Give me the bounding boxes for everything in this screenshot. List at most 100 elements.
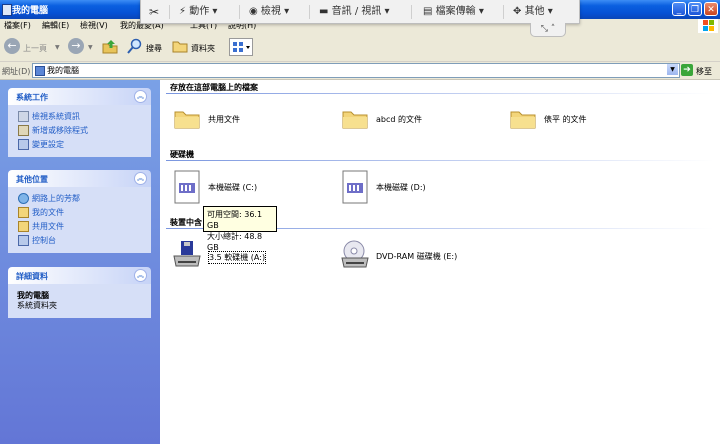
collapse-chevron-icon[interactable]: ︽ (134, 172, 147, 185)
panel-title: 其他位置 (16, 175, 48, 184)
views-icon (233, 42, 250, 52)
group-divider (166, 93, 714, 94)
go-button[interactable]: 移至 (696, 66, 712, 77)
forward-dropdown-icon[interactable]: ▼ (88, 44, 93, 51)
main-content: 存放在這部電腦上的檔案 共用文件 abcd 的文件 俵平 的文件 硬碟機 本機磁… (160, 80, 720, 444)
group-title-files: 存放在這部電腦上的檔案 (170, 83, 258, 92)
item-label: 共用文件 (208, 115, 240, 124)
fullscreen-icon: ⤡ (540, 24, 548, 34)
task-label: 變更設定 (32, 140, 64, 149)
folder-icon (18, 207, 29, 218)
panel-system-tasks-header[interactable]: 系統工作 ︽ (8, 88, 151, 105)
remote-menu-other[interactable]: ✥ 其他 ▾ (513, 0, 553, 24)
remote-menu-av[interactable]: ▬ 音訊 / 視訊 ▾ (319, 0, 390, 24)
remote-menu-view[interactable]: ◉ 檢視 ▾ (249, 0, 289, 24)
drive-item-c[interactable]: 本機磁碟 (C:) (172, 170, 322, 206)
menu-view[interactable]: 檢視(V) (80, 20, 108, 31)
back-button[interactable]: 上一頁 (23, 43, 47, 54)
item-label: 本機磁碟 (C:) (208, 183, 258, 192)
remote-menu-view-label: 檢視 (260, 6, 281, 17)
collapse-chevron-icon[interactable]: ︽ (134, 269, 147, 282)
address-label: 網址(D) (2, 67, 31, 76)
remote-menu-action[interactable]: ⚡ 動作 ▾ (179, 0, 217, 24)
network-icon (18, 193, 29, 204)
place-label: 共用文件 (32, 222, 64, 231)
back-dropdown-icon[interactable]: ▼ (55, 44, 60, 51)
dvd-drive-icon (341, 240, 369, 268)
drive-item-d[interactable]: 本機磁碟 (D:) (340, 170, 490, 206)
programs-icon (18, 125, 29, 136)
remote-menu-other-label: 其他 (524, 6, 545, 17)
item-label: 本機磁碟 (D:) (376, 183, 426, 192)
folder-icon (510, 111, 536, 129)
remote-toolbar: ✂ ⚡ 動作 ▾ ◉ 檢視 ▾ ▬ 音訊 / 視訊 ▾ ▤ 檔案傳輸 ▾ ✥ 其… (140, 0, 580, 24)
address-dropdown-icon[interactable]: ▼ (667, 64, 678, 75)
item-label: abcd 的文件 (376, 115, 422, 124)
search-button[interactable]: 搜尋 (146, 43, 162, 54)
address-bar: 網址(D) 我的電腦 ▼ ➔ 移至 (0, 62, 720, 80)
control-panel-icon (18, 139, 29, 150)
folder-item-user-documents[interactable]: 俵平 的文件 (508, 105, 658, 135)
remote-menu-action-label: 動作 (189, 6, 210, 17)
computer-icon (35, 66, 45, 76)
menu-edit[interactable]: 編輯(E) (42, 20, 69, 31)
task-label: 新增或移除程式 (32, 126, 88, 135)
panel-other-places: 網路上的芳鄰 我的文件 共用文件 控制台 (8, 187, 151, 253)
panel-title: 詳細資料 (16, 272, 48, 281)
chat-icon: ▬ (319, 6, 332, 17)
task-pane: 系統工作 ︽ 檢視系統資訊 新增或移除程式 變更設定 其他位置 ︽ 網路上的芳鄰… (0, 80, 160, 444)
separator (239, 5, 240, 19)
maximize-button[interactable]: ❐ (688, 2, 702, 16)
remote-menu-file-transfer[interactable]: ▤ 檔案傳輸 ▾ (423, 0, 484, 24)
group-divider (166, 160, 714, 161)
up-folder-icon[interactable] (102, 38, 118, 54)
hard-drive-icon (342, 170, 368, 204)
remote-toolbar-collapse-tab[interactable]: ⤡ ˄ (530, 23, 566, 37)
drive-info-tooltip: 可用空間: 36.1 GB 大小總計: 48.8 GB (203, 206, 277, 252)
place-label: 我的文件 (32, 208, 64, 217)
panel-details-header[interactable]: 詳細資料 ︽ (8, 267, 151, 284)
folder-item-abcd-documents[interactable]: abcd 的文件 (340, 105, 490, 135)
folder-icon (342, 111, 368, 129)
separator (503, 5, 504, 19)
tooltip-free-space: 可用空間: 36.1 GB (207, 210, 263, 230)
panel-other-places-header[interactable]: 其他位置 ︽ (8, 170, 151, 187)
place-label: 網路上的芳鄰 (32, 194, 80, 203)
folders-icon[interactable] (172, 38, 188, 54)
menu-file[interactable]: 檔案(F) (4, 20, 31, 31)
hard-drive-icon (174, 170, 200, 204)
folder-icon (18, 221, 29, 232)
address-value: 我的電腦 (47, 66, 79, 75)
minimize-button[interactable]: _ (672, 2, 686, 16)
forward-arrow-icon[interactable]: → (68, 38, 84, 54)
separator (309, 5, 310, 19)
views-button[interactable] (229, 38, 253, 56)
item-label: DVD-RAM 磁碟機 (E:) (376, 252, 458, 261)
place-label: 控制台 (32, 236, 56, 245)
folder-icon (174, 111, 200, 129)
chevron-up-icon: ˄ (550, 24, 556, 34)
separator (169, 5, 170, 19)
drive-item-dvd-e[interactable]: DVD-RAM 磁碟機 (E:) (340, 240, 490, 274)
folders-button[interactable]: 資料夾 (191, 43, 215, 54)
search-icon[interactable] (127, 38, 143, 54)
floppy-drive-icon (173, 241, 201, 267)
eye-icon: ◉ (249, 6, 261, 17)
folder-item-shared-documents[interactable]: 共用文件 (172, 105, 322, 135)
item-label: 俵平 的文件 (544, 115, 587, 124)
separator (411, 5, 412, 19)
back-arrow-icon[interactable]: ← (4, 38, 20, 54)
panel-title: 系統工作 (16, 93, 48, 102)
windows-logo-icon (698, 19, 718, 33)
collapse-chevron-icon[interactable]: ︽ (134, 90, 147, 103)
scissors-icon[interactable]: ✂ (149, 0, 159, 24)
task-label: 檢視系統資訊 (32, 112, 80, 121)
address-input[interactable]: 我的電腦 ▼ (32, 63, 680, 78)
tooltip-total-size: 大小總計: 48.8 GB (207, 232, 263, 252)
close-button[interactable]: ✕ (704, 2, 718, 16)
go-arrow-icon[interactable]: ➔ (681, 64, 693, 76)
group-title-hard-drives: 硬碟機 (170, 150, 194, 159)
lightning-icon: ⚡ (179, 6, 190, 17)
group-title-removable-devices: 裝置中含 (170, 218, 202, 227)
standard-toolbar: ← 上一頁 ▼ → ▼ 搜尋 資料夾 (0, 33, 720, 62)
